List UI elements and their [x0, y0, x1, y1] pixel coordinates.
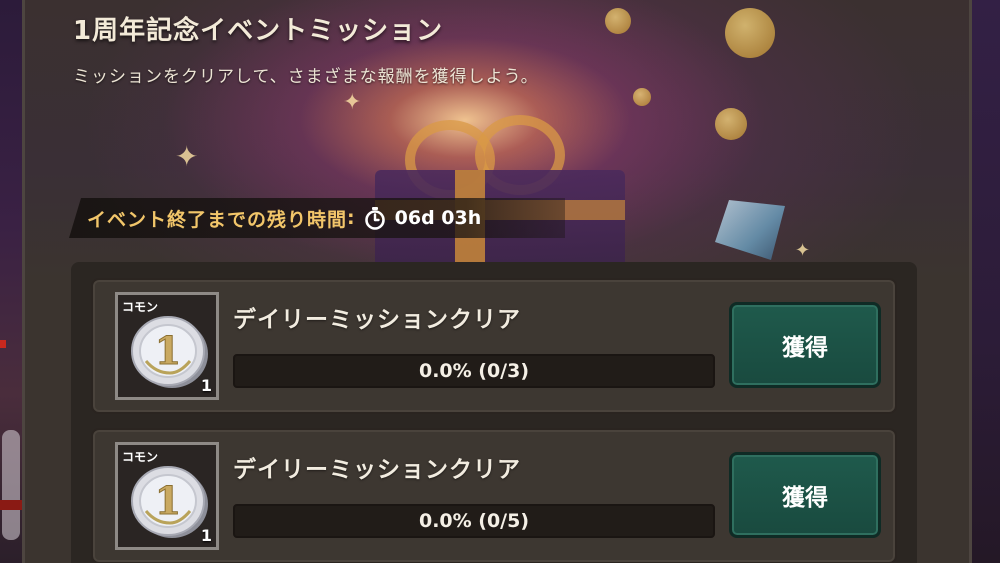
gem-deco — [715, 200, 785, 260]
coin-digit: 1 — [155, 328, 181, 373]
page-subtitle: ミッションをクリアして、さまざまな報酬を獲得しよう。 — [73, 67, 539, 87]
gold-coin-deco — [725, 8, 775, 58]
event-timer: イベント終了までの残り時間 : 06d 03h — [69, 198, 565, 238]
reward-item-slot[interactable]: コモン 1 1 — [115, 442, 219, 550]
sparkle-deco: ✦ — [795, 240, 811, 261]
gold-coin-deco — [605, 8, 631, 34]
timer-colon: : — [347, 207, 355, 229]
mission-name: デイリーミッションクリア — [233, 457, 521, 483]
mission-progress-bar: 0.0% (0/5) — [233, 504, 715, 538]
background-deco — [0, 500, 22, 510]
claim-button[interactable]: 獲得 — [729, 302, 881, 388]
background-left-edge — [0, 0, 22, 563]
gold-coin-deco — [633, 88, 651, 106]
mission-row: コモン 1 1 デイリーミッションクリア 0.0% (0/5) 獲得 — [91, 428, 897, 563]
background-deco — [0, 340, 6, 348]
timer-value: 06d 03h — [394, 207, 482, 229]
stopwatch-icon — [364, 207, 385, 230]
page-title: 1周年記念イベントミッション — [73, 16, 444, 46]
coin-digit: 1 — [155, 478, 181, 523]
reward-quantity: 1 — [200, 376, 212, 395]
reward-quantity: 1 — [200, 526, 212, 545]
mission-row: コモン 1 1 デイリーミッションクリア 0.0% (0/3) 獲得 — [91, 278, 897, 414]
progress-text: 0.0% (0/5) — [418, 510, 530, 532]
background-right-edge — [972, 0, 1000, 563]
gold-coin-deco — [715, 108, 747, 140]
progress-text: 0.0% (0/3) — [418, 360, 530, 382]
timer-label: イベント終了までの残り時間 — [87, 208, 348, 231]
sparkle-deco: ✦ — [343, 90, 362, 115]
claim-button[interactable]: 獲得 — [729, 452, 881, 538]
reward-item-slot[interactable]: コモン 1 1 — [115, 292, 219, 400]
mission-progress-bar: 0.0% (0/3) — [233, 354, 715, 388]
event-mission-panel: ✦ ✦ ✦ 1周年記念イベントミッション ミッションをクリアして、さまざまな報酬… — [22, 0, 972, 563]
sparkle-deco: ✦ — [175, 140, 199, 173]
background-deco — [2, 430, 20, 540]
mission-name: デイリーミッションクリア — [233, 307, 521, 333]
